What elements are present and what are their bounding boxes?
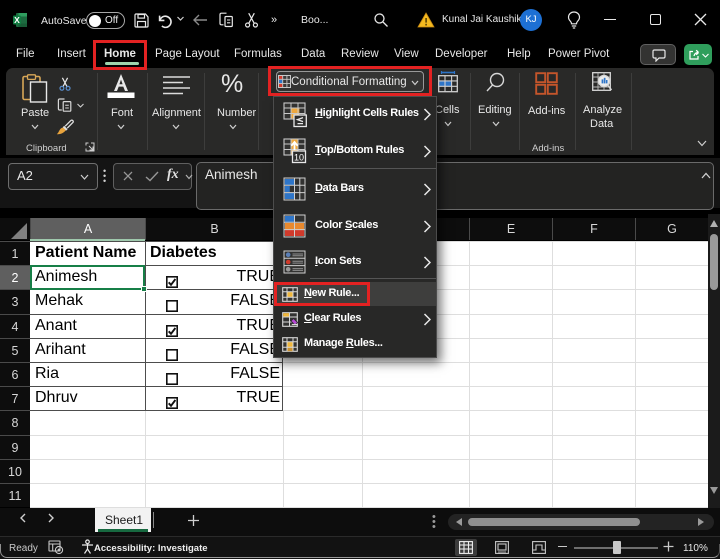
svg-text:X: X (14, 15, 20, 25)
svg-text:10: 10 (294, 153, 304, 163)
